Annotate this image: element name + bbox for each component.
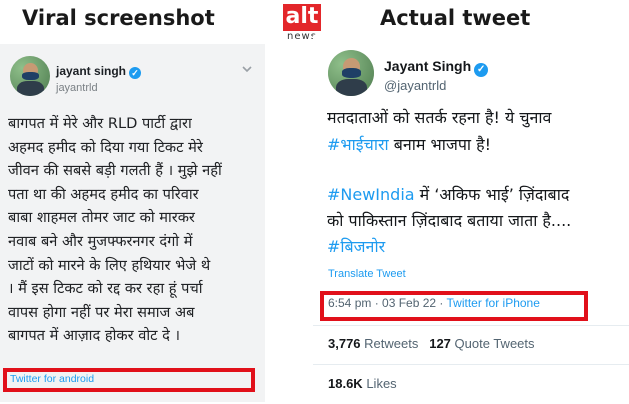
viral-avatar[interactable] xyxy=(10,56,50,96)
logo-mark: alt xyxy=(283,4,321,32)
actual-tweet-text-part1: मतदाताओं को सतर्क रहना है! ये चुनाव #भाई… xyxy=(327,104,627,158)
viral-tweet-text: बागपत में मेरे और RLD पार्टी द्वारा अहमद… xyxy=(8,115,222,345)
hashtag-link[interactable]: #NewIndia xyxy=(327,185,415,204)
retweets-stat[interactable]: 3,776 Retweets xyxy=(328,336,418,351)
tweet-text: बनाम भाजपा है! xyxy=(388,135,492,154)
actual-tweet-text-part2: #NewIndia में ‘अकिफ भाई’ ज़िंदाबाद को पा… xyxy=(327,182,627,260)
actual-tweet-heading: Actual tweet xyxy=(380,6,531,30)
tweet-line: को पाकिस्तान ज़िंदाबाद बताया जाता है.... xyxy=(327,211,572,230)
viral-handle[interactable]: jayantrld xyxy=(56,82,98,94)
highlight-box-left xyxy=(3,368,255,392)
translate-tweet-link[interactable]: Translate Tweet xyxy=(328,268,406,280)
tweet-line: मतदाताओं को सतर्क रहना है! ये चुनाव xyxy=(327,108,552,127)
actual-handle[interactable]: @jayantrld xyxy=(384,78,446,93)
verified-badge-icon: ✓ xyxy=(129,67,142,79)
quotes-count: 127 xyxy=(429,336,451,351)
highlight-box-right xyxy=(320,291,588,321)
tweet-line: #भाईचारा बनाम भाजपा है! xyxy=(327,131,627,158)
likes-count: 18.6K xyxy=(328,376,363,391)
viral-screenshot-heading: Viral screenshot xyxy=(22,6,215,30)
actual-name-text: Jayant Singh xyxy=(384,58,472,74)
engagement-counts: 3,776 Retweets 127 Quote Tweets xyxy=(328,336,535,351)
divider xyxy=(313,325,629,326)
divider xyxy=(313,364,629,365)
actual-avatar[interactable] xyxy=(328,50,374,96)
viral-display-name[interactable]: jayant singh ✓ xyxy=(56,64,142,79)
more-options-icon[interactable] xyxy=(240,62,254,76)
tweet-text: में ‘अकिफ भाई’ ज़िंदाबाद xyxy=(414,185,570,204)
hashtag-link[interactable]: #भाईचारा xyxy=(327,135,389,154)
verified-badge-icon: ✓ xyxy=(474,63,489,77)
quotes-stat[interactable]: 127 Quote Tweets xyxy=(429,336,534,351)
hashtag-link[interactable]: #बिजनोर xyxy=(327,237,385,256)
tweet-line: #बिजनोर xyxy=(327,234,627,260)
retweets-count: 3,776 xyxy=(328,336,361,351)
likes-stat[interactable]: 18.6K Likes xyxy=(328,376,397,391)
tweet-line: #NewIndia में ‘अकिफ भाई’ ज़िंदाबाद xyxy=(327,182,627,208)
actual-display-name[interactable]: Jayant Singh ✓ xyxy=(384,58,489,77)
quotes-label: Quote Tweets xyxy=(454,336,535,351)
retweets-label: Retweets xyxy=(364,336,419,351)
viral-name-text: jayant singh xyxy=(56,64,127,78)
likes-label: Likes xyxy=(366,376,397,391)
